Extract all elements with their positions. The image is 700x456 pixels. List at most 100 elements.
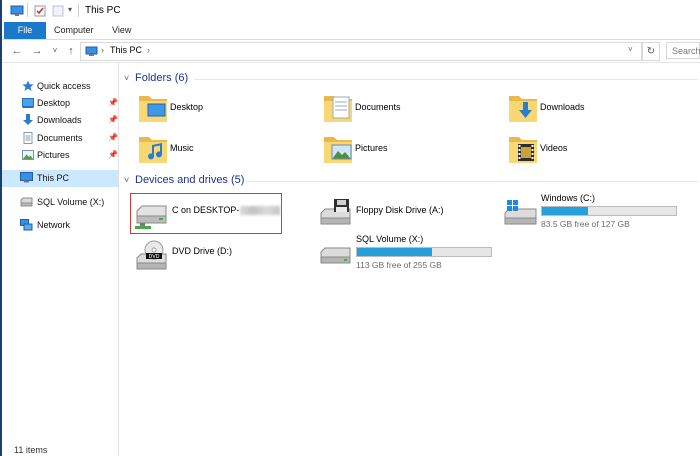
drive-usage-bar <box>356 247 492 257</box>
drive-dvd-d[interactable]: DVD DVD Drive (D:) <box>134 236 279 272</box>
desktop-folder-icon <box>138 92 168 124</box>
picture-icon <box>22 149 34 161</box>
group-divider <box>246 181 698 182</box>
documents-folder-icon <box>323 92 353 124</box>
sidebar-item-label: Downloads <box>37 115 82 125</box>
sidebar-item-label: SQL Volume (X:) <box>37 197 105 207</box>
sidebar-item-sql-volume[interactable]: SQL Volume (X:) <box>2 194 118 210</box>
up-arrow-icon[interactable]: ↑ <box>64 43 78 59</box>
star-icon <box>22 80 34 92</box>
refresh-icon[interactable]: ↻ <box>642 42 660 61</box>
ribbon-tabs: File Computer View <box>2 22 700 40</box>
address-dropdown-icon[interactable]: ˅ <box>628 45 633 54</box>
floppy-drive-icon <box>318 199 352 227</box>
folder-label: Desktop <box>170 102 204 112</box>
folder-label: Videos <box>540 143 568 153</box>
sidebar-item-this-pc[interactable]: This PC <box>2 170 118 187</box>
folder-label: Downloads <box>540 102 585 112</box>
computer-icon <box>20 172 33 184</box>
customize-dropdown-icon[interactable]: ▾ <box>68 5 72 14</box>
sidebar-item-network[interactable]: Network <box>2 217 118 233</box>
pin-icon[interactable]: 📌 <box>108 130 118 146</box>
folders-group-header[interactable]: Folders (6) <box>135 72 188 84</box>
drive-usage-fill <box>542 207 588 215</box>
drive-usage-bar <box>541 206 677 216</box>
network-drive-icon <box>134 203 168 231</box>
sidebar-item-label: Pictures <box>37 150 70 160</box>
drive-usage-fill <box>357 248 433 256</box>
drive-label: Floppy Disk Drive (A:) <box>356 205 444 215</box>
separator <box>78 4 79 17</box>
folder-music[interactable]: Music <box>138 133 298 167</box>
sidebar-item-desktop[interactable]: Desktop 📌 <box>2 95 118 111</box>
hdd-icon <box>318 238 352 266</box>
drive-label: Windows (C:) <box>541 193 596 203</box>
drive-free-space: 113 GB free of 255 GB <box>356 260 442 270</box>
tab-view[interactable]: View <box>112 22 131 39</box>
videos-folder-icon <box>508 133 538 165</box>
svg-text:DVD: DVD <box>148 254 159 260</box>
sidebar-item-label: This PC <box>37 173 70 183</box>
window-title: This PC <box>85 5 121 16</box>
navigation-bar: ← → ˅ ↑ › This PC › ˅ ↻ Search <box>2 40 700 63</box>
folder-label: Pictures <box>355 143 388 153</box>
recent-locations-chevron-icon[interactable]: ˅ <box>48 43 62 59</box>
drive-label: DVD Drive (D:) <box>172 246 232 256</box>
drive-label: C on DESKTOP- <box>172 205 281 216</box>
separator <box>27 3 28 17</box>
folder-documents[interactable]: Documents <box>323 92 483 126</box>
folder-label: Music <box>170 143 194 153</box>
tab-computer[interactable]: Computer <box>54 22 94 39</box>
drive-free-space: 83.5 GB free of 127 GB <box>541 219 630 229</box>
search-input[interactable]: Search <box>666 42 700 59</box>
sidebar-item-label: Desktop <box>37 98 71 108</box>
address-bar[interactable]: › This PC › ˅ <box>80 42 642 61</box>
tab-file[interactable]: File <box>4 22 46 39</box>
forward-arrow-icon[interactable]: → <box>30 43 44 59</box>
folder-desktop[interactable]: Desktop <box>138 92 298 126</box>
network-icon <box>20 219 33 231</box>
title-bar: ▾ This PC <box>2 0 700 22</box>
collapse-chevron-icon[interactable]: ˅ <box>124 175 129 185</box>
redacted-hostname <box>240 206 281 216</box>
sidebar-item-label: Quick access <box>37 81 91 91</box>
pin-icon[interactable]: 📌 <box>108 95 118 111</box>
breadcrumb-this-pc[interactable]: This PC <box>110 45 142 55</box>
computer-icon <box>85 46 98 59</box>
new-folder-icon[interactable] <box>52 5 64 19</box>
drive-sql-volume-x[interactable]: SQL Volume (X:) 113 GB free of 255 GB <box>318 234 498 270</box>
folder-downloads[interactable]: Downloads <box>508 92 668 126</box>
desktop-folder-icon <box>22 97 34 109</box>
windows-drive-icon <box>503 197 537 225</box>
sidebar-item-downloads[interactable]: Downloads 📌 <box>2 112 118 128</box>
downloads-folder-icon <box>508 92 538 124</box>
navigation-pane: Quick access Desktop 📌 Downloads 📌 Docum… <box>2 63 119 456</box>
sidebar-item-label: Network <box>37 220 71 230</box>
back-arrow-icon[interactable]: ← <box>10 43 24 59</box>
drive-icon <box>20 196 33 208</box>
pin-icon[interactable]: 📌 <box>108 112 118 128</box>
drives-group-header[interactable]: Devices and drives (5) <box>135 174 244 186</box>
folder-videos[interactable]: Videos <box>508 133 668 167</box>
group-divider <box>194 79 698 80</box>
folder-pictures[interactable]: Pictures <box>323 133 483 167</box>
music-folder-icon <box>138 133 168 165</box>
drive-floppy-a[interactable]: Floppy Disk Drive (A:) <box>318 195 498 231</box>
breadcrumb-separator-icon[interactable]: › <box>147 45 150 55</box>
sidebar-item-documents[interactable]: Documents 📌 <box>2 130 118 146</box>
sidebar-item-quick-access[interactable]: Quick access <box>2 78 118 94</box>
sidebar-item-label: Documents <box>37 133 83 143</box>
drive-c-on-desktop[interactable]: C on DESKTOP- <box>134 199 281 235</box>
drive-label: SQL Volume (X:) <box>356 234 424 244</box>
dvd-drive-icon: DVD <box>134 240 168 270</box>
computer-icon[interactable] <box>10 5 24 19</box>
breadcrumb-separator-icon: › <box>101 45 104 55</box>
drive-windows-c[interactable]: Windows (C:) 83.5 GB free of 127 GB <box>503 193 693 229</box>
status-bar-item-count: 11 items <box>14 445 48 455</box>
collapse-chevron-icon[interactable]: ˅ <box>124 73 129 83</box>
pictures-folder-icon <box>323 133 353 165</box>
sidebar-item-pictures[interactable]: Pictures 📌 <box>2 147 118 163</box>
properties-icon[interactable] <box>34 5 46 19</box>
pin-icon[interactable]: 📌 <box>108 147 118 163</box>
folder-label: Documents <box>355 102 401 112</box>
